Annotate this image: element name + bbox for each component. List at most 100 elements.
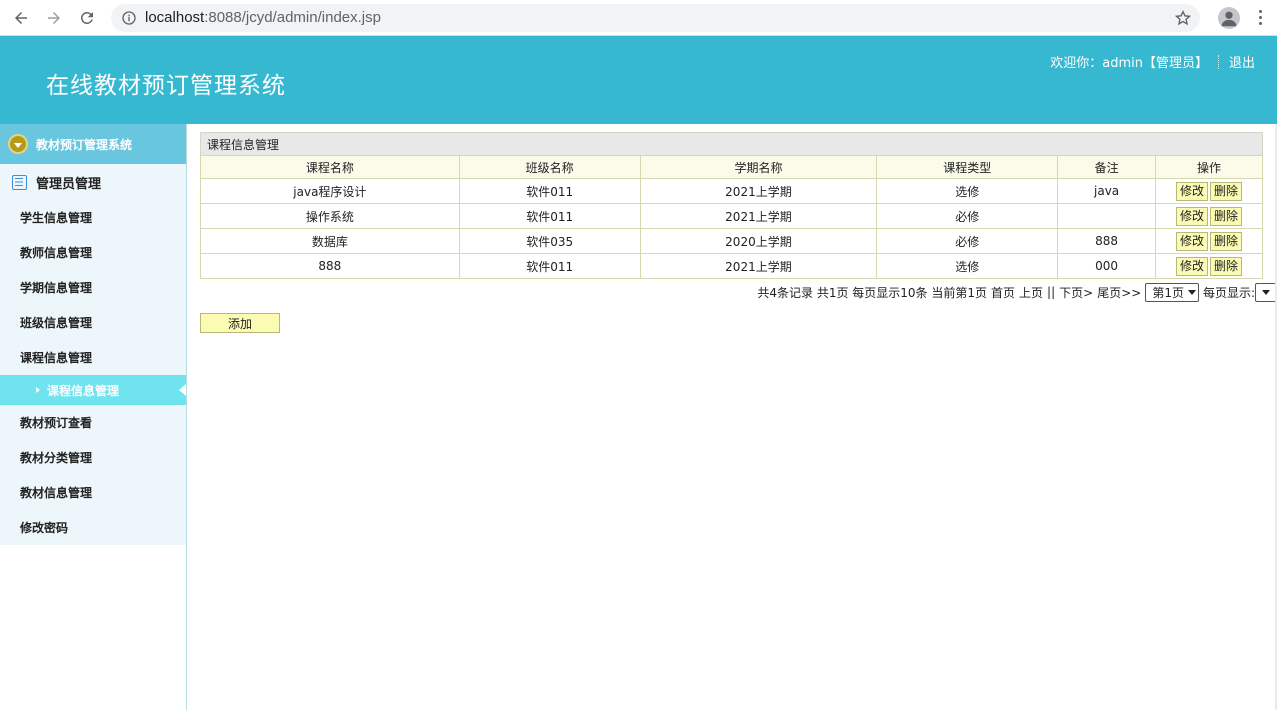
list-icon	[12, 174, 27, 190]
sidebar-group-admin[interactable]: 管理员管理	[0, 164, 186, 200]
forward-button[interactable]	[42, 6, 66, 30]
column-header: 备注	[1057, 155, 1157, 179]
arrow-left-icon	[15, 11, 27, 24]
app-header: 在线教材预订管理系统 欢迎你：admin【管理员】 退出	[0, 36, 1277, 124]
browser-menu-button[interactable]	[1250, 8, 1270, 28]
cell-actions: 修改 删除	[1155, 178, 1263, 204]
column-header: 学期名称	[639, 155, 878, 179]
reload-button[interactable]	[75, 6, 99, 30]
cell-class: 软件011	[458, 203, 641, 229]
sidebar-item-courses[interactable]: 课程信息管理	[0, 340, 186, 375]
address-bar[interactable]: localhost:8088/jcyd/admin/index.jsp	[111, 3, 1200, 32]
cell-type: 必修	[876, 203, 1059, 229]
last-page-link[interactable]: 尾页>>	[1097, 284, 1141, 301]
table-header-row: 课程名称 班级名称 学期名称 课程类型 备注 操作	[200, 155, 1263, 179]
chevron-down-icon	[1262, 289, 1270, 295]
add-button[interactable]: 添加	[200, 313, 280, 333]
info-icon[interactable]	[121, 10, 137, 26]
table-row: 数据库 软件035 2020上学期 必修 888 修改 删除	[200, 228, 1263, 254]
cell-type: 选修	[876, 253, 1059, 279]
cell-actions: 修改 删除	[1155, 203, 1263, 229]
cell-class: 软件011	[458, 253, 641, 279]
sidebar-subitem-label: 课程信息管理	[47, 383, 120, 398]
sidebar-item-orders[interactable]: 教材预订查看	[0, 405, 186, 440]
first-page-link[interactable]: 首页	[991, 284, 1015, 301]
logout-link[interactable]: 退出	[1229, 52, 1255, 71]
user-bar: 欢迎你：admin【管理员】 退出	[1050, 52, 1255, 71]
delete-button[interactable]: 删除	[1210, 231, 1243, 251]
cell-term: 2021上学期	[639, 253, 878, 279]
sidebar-item-students[interactable]: 学生信息管理	[0, 200, 186, 235]
chevron-down-icon	[1187, 289, 1196, 295]
profile-avatar[interactable]	[1218, 6, 1240, 29]
column-header: 课程名称	[200, 155, 460, 179]
edit-button[interactable]: 修改	[1176, 206, 1209, 226]
sidebar-item-terms[interactable]: 学期信息管理	[0, 270, 186, 305]
cell-note: java	[1057, 178, 1157, 204]
edit-button[interactable]: 修改	[1176, 231, 1209, 251]
divider	[1217, 54, 1219, 69]
sidebar-item-textbooks[interactable]: 教材信息管理	[0, 475, 186, 510]
sidebar-item-classes[interactable]: 班级信息管理	[0, 305, 186, 340]
sidebar-item-teachers[interactable]: 教师信息管理	[0, 235, 186, 270]
page-select-value: 第1页	[1152, 285, 1184, 300]
welcome-text: 欢迎你：admin【管理员】	[1050, 56, 1208, 71]
table-row: java程序设计 软件011 2021上学期 选修 java 修改 删除	[200, 178, 1263, 204]
sidebar-item-categories[interactable]: 教材分类管理	[0, 440, 186, 475]
main-area: 教材预订管理系统 管理员管理 学生信息管理 教师信息管理 学期信息管理 班级信息…	[0, 124, 1277, 710]
sidebar-header[interactable]: 教材预订管理系统	[0, 124, 186, 164]
cell-note: 000	[1057, 253, 1157, 279]
edit-button[interactable]: 修改	[1176, 256, 1209, 276]
sidebar-system-title: 教材预订管理系统	[36, 137, 133, 152]
pagination-bar: 共4条记录 共1页 每页显示10条 当前第1页 首页 上页 || 下页> 尾页>…	[200, 281, 1277, 303]
sidebar-subitem-courses[interactable]: 课程信息管理	[0, 375, 186, 405]
star-icon[interactable]	[1174, 9, 1192, 27]
url-host: localhost	[145, 9, 205, 26]
content-area: 课程信息管理 课程名称 班级名称 学期名称 课程类型 备注 操作 java程序设…	[200, 132, 1277, 333]
panel-title: 课程信息管理	[200, 132, 1263, 155]
cell-course: 操作系统	[200, 203, 460, 229]
sidebar-group-label: 管理员管理	[36, 176, 102, 192]
per-page-select[interactable]	[1255, 282, 1277, 302]
column-header: 课程类型	[876, 155, 1059, 179]
delete-button[interactable]: 删除	[1210, 206, 1243, 226]
sidebar-menu: 管理员管理 学生信息管理 教师信息管理 学期信息管理 班级信息管理 课程信息管理…	[0, 164, 186, 545]
cell-actions: 修改 删除	[1155, 253, 1263, 279]
url-path: :8088/jcyd/admin/index.jsp	[204, 9, 381, 26]
page-select[interactable]: 第1页	[1145, 282, 1199, 302]
course-table: 课程名称 班级名称 学期名称 课程类型 备注 操作 java程序设计 软件011…	[200, 155, 1263, 279]
cell-course: java程序设计	[200, 178, 460, 204]
cell-class: 软件035	[458, 228, 641, 254]
caret-right-icon	[36, 387, 40, 393]
cell-course: 888	[200, 253, 460, 279]
pagination-divider: ||	[1047, 285, 1056, 299]
column-header: 班级名称	[458, 155, 641, 179]
edit-button[interactable]: 修改	[1176, 181, 1209, 201]
cell-type: 必修	[876, 228, 1059, 254]
cell-term: 2021上学期	[639, 178, 878, 204]
next-page-link[interactable]: 下页>	[1059, 284, 1093, 301]
delete-button[interactable]: 删除	[1210, 181, 1243, 201]
cell-course: 数据库	[200, 228, 460, 254]
app-title: 在线教材预订管理系统	[46, 73, 286, 99]
person-icon	[1221, 11, 1237, 26]
delete-button[interactable]: 删除	[1210, 256, 1243, 276]
table-row: 操作系统 软件011 2021上学期 必修 修改 删除	[200, 203, 1263, 229]
sidebar: 教材预订管理系统 管理员管理 学生信息管理 教师信息管理 学期信息管理 班级信息…	[0, 124, 187, 710]
sidebar-item-password[interactable]: 修改密码	[0, 510, 186, 545]
cell-note: 888	[1057, 228, 1157, 254]
cell-term: 2021上学期	[639, 203, 878, 229]
cell-type: 选修	[876, 178, 1059, 204]
cell-actions: 修改 删除	[1155, 228, 1263, 254]
browser-toolbar: localhost:8088/jcyd/admin/index.jsp	[0, 0, 1277, 36]
per-page-label: 每页显示:	[1202, 285, 1255, 300]
cell-term: 2020上学期	[639, 228, 878, 254]
back-button[interactable]	[9, 6, 33, 30]
reload-icon	[80, 11, 93, 24]
prev-page-link[interactable]: 上页	[1019, 284, 1043, 301]
cell-class: 软件011	[458, 178, 641, 204]
cell-note	[1057, 203, 1157, 229]
arrow-right-icon	[48, 11, 60, 24]
table-row: 888 软件011 2021上学期 选修 000 修改 删除	[200, 253, 1263, 279]
url-text: localhost:8088/jcyd/admin/index.jsp	[145, 9, 381, 26]
